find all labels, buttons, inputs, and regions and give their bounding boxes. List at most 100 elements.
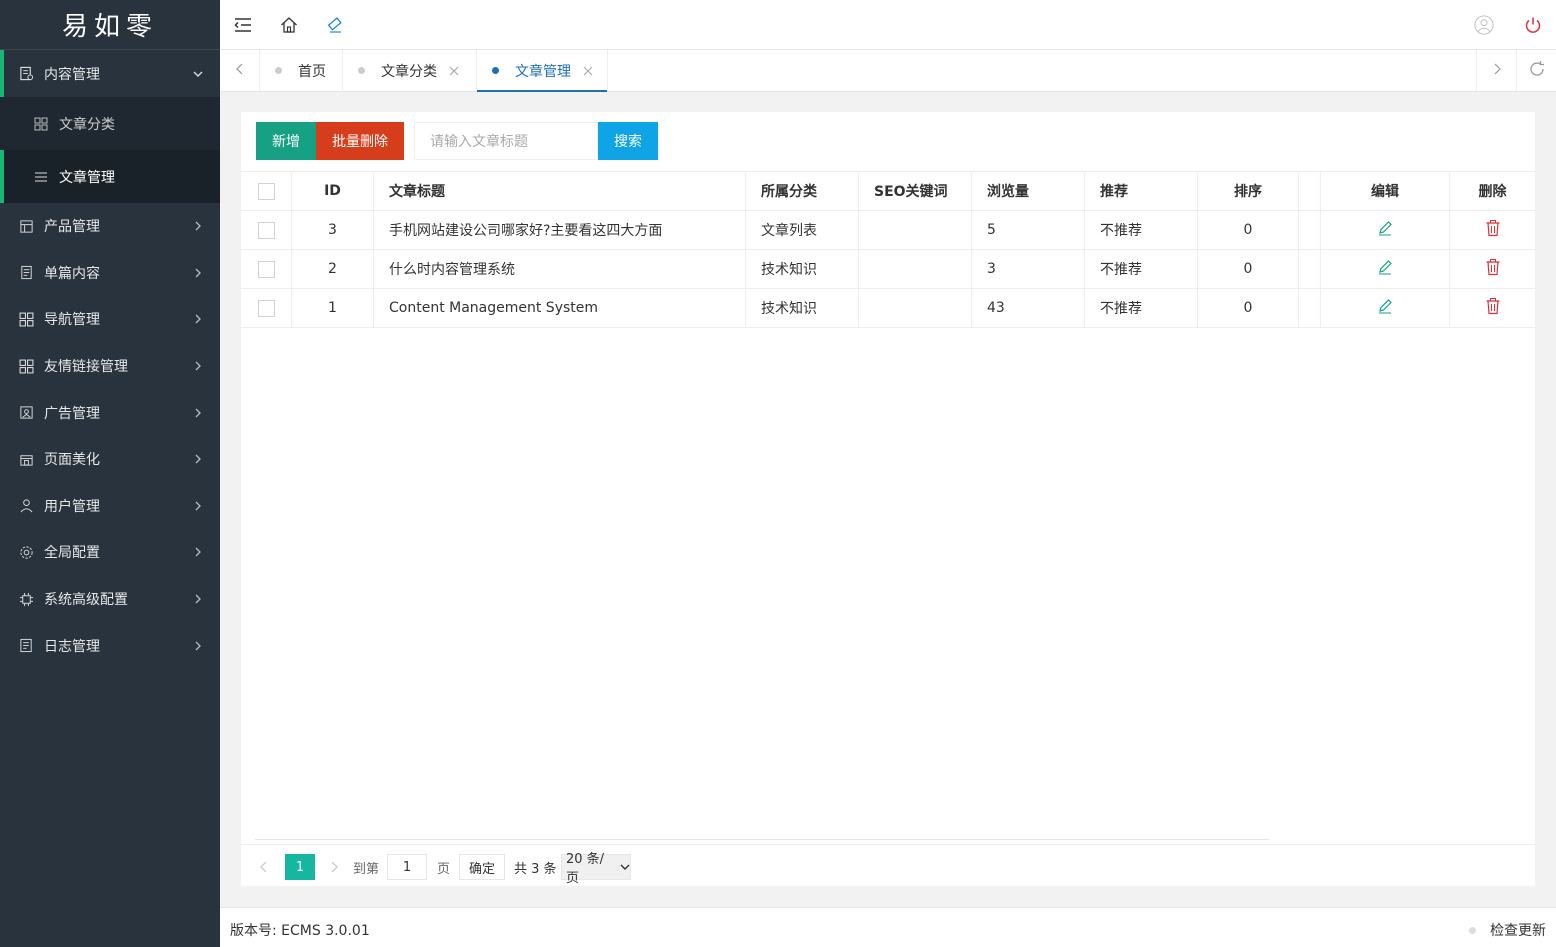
chevron-right-icon <box>192 593 204 605</box>
row-checkbox[interactable] <box>257 221 275 239</box>
cell-id: 1 <box>292 289 374 327</box>
row-checkbox-cell <box>241 289 292 327</box>
footer: 版本号: ECMS 3.0.01 检查更新 <box>220 907 1556 947</box>
tab-scroll-left[interactable] <box>220 50 260 91</box>
check-update-link[interactable]: 检查更新 <box>1469 920 1546 940</box>
trash-icon[interactable] <box>1485 297 1501 319</box>
cell-views: 3 <box>972 250 1085 288</box>
grid-icon <box>18 311 34 327</box>
sidebar-item-label: 单篇内容 <box>44 265 100 282</box>
edit-cell <box>1321 289 1450 327</box>
tab-article-category[interactable]: 文章分类 <box>343 50 477 91</box>
home-icon[interactable] <box>279 15 299 35</box>
sidebar-subitem-article-category[interactable]: 文章分类 <box>0 97 220 150</box>
sidebar-item-beautify[interactable]: 页面美化 <box>0 436 220 483</box>
sidebar-item-global-config[interactable]: 全局配置 <box>0 529 220 576</box>
tab-scroll-right[interactable] <box>1476 50 1516 91</box>
header-spacer <box>1299 172 1321 210</box>
select-all-checkbox[interactable] <box>257 182 275 200</box>
sidebar-item-label: 产品管理 <box>44 219 100 236</box>
tab-dot <box>358 67 365 74</box>
sidebar-submenu: 文章分类 文章管理 <box>0 97 220 203</box>
sidebar-item-content[interactable]: 内容管理 <box>0 50 220 97</box>
header-sort[interactable]: 排序 <box>1198 172 1299 210</box>
tab-refresh[interactable] <box>1516 50 1556 91</box>
sidebar-item-logs[interactable]: 日志管理 <box>0 622 220 669</box>
header-title[interactable]: 文章标题 <box>374 172 746 210</box>
tab-dot <box>275 67 282 74</box>
close-icon[interactable] <box>583 66 593 76</box>
gear-icon <box>18 544 34 560</box>
search-input[interactable]: 请输入文章标题 <box>414 122 598 160</box>
header-recommend[interactable]: 推荐 <box>1085 172 1198 210</box>
sidebar-item-advanced-config[interactable]: 系统高级配置 <box>0 576 220 623</box>
next-page-icon[interactable] <box>329 854 339 880</box>
pagination: 1 到第 1 页 确定 共 3 条 20 条/页 <box>241 844 1535 886</box>
search-button[interactable]: 搜索 <box>598 122 658 160</box>
row-checkbox[interactable] <box>257 299 275 317</box>
delete-cell <box>1450 250 1535 288</box>
menu-collapse-icon[interactable] <box>233 15 253 35</box>
image-icon <box>18 405 34 421</box>
sidebar: 易如零 内容管理 文章分类 文章管理 产品管理 单篇内容 导航管理 友情链接管理… <box>0 0 220 947</box>
tab-home[interactable]: 首页 <box>260 50 343 91</box>
page-unit-label: 页 <box>437 861 451 877</box>
store-icon <box>18 451 34 467</box>
add-button[interactable]: 新增 <box>256 122 316 160</box>
cell-recommend: 不推荐 <box>1085 211 1198 249</box>
batch-delete-button[interactable]: 批量删除 <box>316 122 404 160</box>
power-icon[interactable] <box>1523 15 1543 35</box>
trash-icon[interactable] <box>1485 219 1501 241</box>
table-header-row: ID 文章标题 所属分类 SEO关键词 浏览量 推荐 排序 编辑 删除 <box>241 172 1535 211</box>
tab-label: 文章管理 <box>515 63 571 80</box>
close-icon[interactable] <box>449 66 459 76</box>
edit-icon[interactable] <box>1377 298 1393 318</box>
eraser-icon[interactable] <box>325 15 345 35</box>
confirm-button[interactable]: 确定 <box>459 854 505 880</box>
sidebar-subitem-article-manage[interactable]: 文章管理 <box>0 150 220 203</box>
sidebar-item-friend-links[interactable]: 友情链接管理 <box>0 343 220 390</box>
sidebar-item-users[interactable]: 用户管理 <box>0 483 220 530</box>
cell-title: Content Management System <box>374 289 746 327</box>
chevron-down-icon <box>192 68 204 80</box>
document-icon <box>18 66 34 82</box>
sidebar-item-single-page[interactable]: 单篇内容 <box>0 250 220 297</box>
cell-sort: 0 <box>1198 250 1299 288</box>
header-views[interactable]: 浏览量 <box>972 172 1085 210</box>
grid-icon <box>34 117 48 131</box>
row-checkbox-cell <box>241 250 292 288</box>
sidebar-item-navigation[interactable]: 导航管理 <box>0 296 220 343</box>
edit-cell <box>1321 211 1450 249</box>
article-table: ID 文章标题 所属分类 SEO关键词 浏览量 推荐 排序 编辑 删除 3 手机… <box>241 171 1535 328</box>
chevron-right-icon <box>192 313 204 325</box>
edit-icon[interactable] <box>1377 259 1393 279</box>
cell-seo <box>859 289 972 327</box>
cell-id: 2 <box>292 250 374 288</box>
chevron-right-icon <box>192 546 204 558</box>
check-update-label: 检查更新 <box>1490 923 1546 939</box>
sidebar-item-ads[interactable]: 广告管理 <box>0 389 220 436</box>
horizontal-scrollbar[interactable] <box>255 839 1269 840</box>
cell-id: 3 <box>292 211 374 249</box>
chevron-left-icon <box>235 63 245 79</box>
page-number-input[interactable]: 1 <box>387 854 427 880</box>
chevron-right-icon <box>192 220 204 232</box>
tab-article-manage[interactable]: 文章管理 <box>477 50 608 92</box>
cell-sort: 0 <box>1198 289 1299 327</box>
avatar-icon[interactable] <box>1474 15 1494 35</box>
content-card: 新增 批量删除 请输入文章标题 搜索 ID 文章标题 所属分类 SEO关键词 浏… <box>241 112 1535 886</box>
edit-icon[interactable] <box>1377 220 1393 240</box>
sidebar-item-label: 内容管理 <box>44 66 100 83</box>
chevron-right-icon <box>192 640 204 652</box>
current-page[interactable]: 1 <box>285 854 315 880</box>
sidebar-item-product[interactable]: 产品管理 <box>0 203 220 250</box>
row-checkbox[interactable] <box>257 260 275 278</box>
grid-icon <box>18 358 34 374</box>
header-id[interactable]: ID <box>292 172 374 210</box>
prev-page-icon[interactable] <box>259 854 269 880</box>
header-seo[interactable]: SEO关键词 <box>859 172 972 210</box>
header-category[interactable]: 所属分类 <box>746 172 859 210</box>
page-size-select[interactable]: 20 条/页 <box>561 852 631 886</box>
trash-icon[interactable] <box>1485 258 1501 280</box>
table-row: 3 手机网站建设公司哪家好?主要看这四大方面 文章列表 5 不推荐 0 <box>241 211 1535 250</box>
